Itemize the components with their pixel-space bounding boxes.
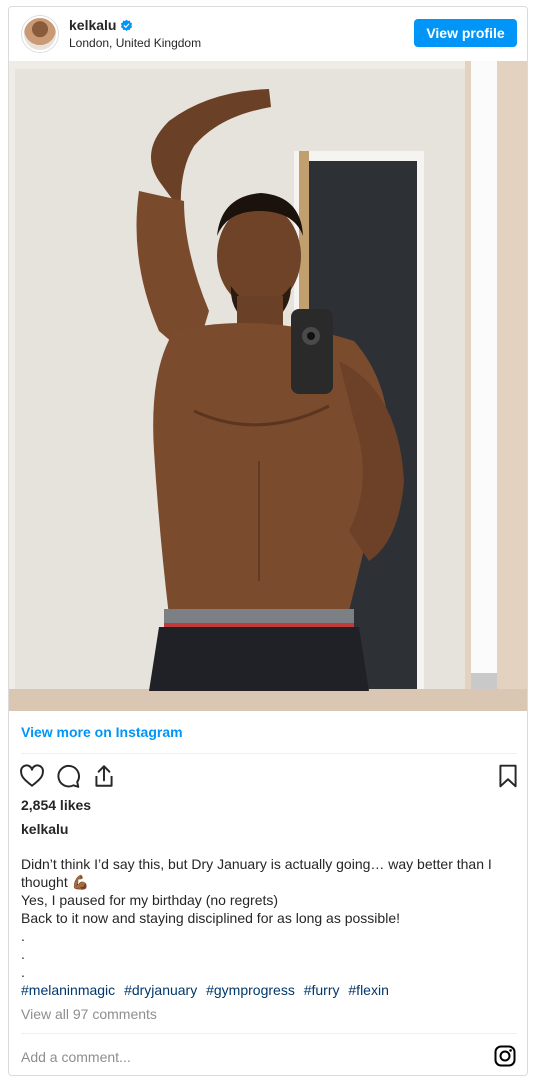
view-profile-button[interactable]: View profile [414, 19, 517, 47]
avatar[interactable] [22, 16, 58, 52]
heart-icon[interactable] [19, 763, 45, 789]
photo-illustration [9, 61, 527, 711]
post-header: kelkalu London, United Kingdom View prof… [9, 7, 527, 61]
likes-count[interactable]: 2,854 likes [21, 797, 91, 813]
instagram-embed-card: kelkalu London, United Kingdom View prof… [8, 6, 528, 1076]
caption: Didn’t think I’d say this, but Dry Janua… [21, 855, 517, 981]
add-comment-input[interactable]: Add a comment... [21, 1049, 131, 1065]
instagram-icon[interactable] [493, 1044, 517, 1068]
username[interactable]: kelkalu [69, 17, 116, 33]
divider [21, 753, 517, 754]
divider [21, 1033, 517, 1034]
caption-line: Didn’t think I’d say this, but Dry Janua… [21, 856, 492, 890]
verified-badge-icon [121, 19, 133, 31]
location[interactable]: London, United Kingdom [69, 36, 201, 50]
view-all-comments-link[interactable]: View all 97 comments [21, 1006, 157, 1022]
view-more-link[interactable]: View more on Instagram [21, 724, 183, 740]
caption-line: Yes, I paused for my birthday (no regret… [21, 892, 279, 908]
caption-line: . [21, 946, 25, 962]
caption-line: . [21, 928, 25, 944]
username-row: kelkalu [69, 17, 133, 33]
post-photo[interactable] [9, 61, 527, 711]
comment-icon[interactable] [55, 763, 81, 789]
caption-line: . [21, 964, 25, 980]
hashtag-link[interactable]: #dryjanuary [124, 982, 197, 998]
share-icon[interactable] [91, 763, 117, 789]
caption-author[interactable]: kelkalu [21, 821, 68, 837]
bookmark-icon[interactable] [495, 763, 521, 789]
hashtags: #melaninmagic #dryjanuary #gymprogress #… [21, 982, 394, 998]
caption-line: Back to it now and staying disciplined f… [21, 910, 400, 926]
hashtag-link[interactable]: #furry [304, 982, 340, 998]
hashtag-link[interactable]: #gymprogress [206, 982, 295, 998]
hashtag-link[interactable]: #flexin [348, 982, 388, 998]
hashtag-link[interactable]: #melaninmagic [21, 982, 115, 998]
